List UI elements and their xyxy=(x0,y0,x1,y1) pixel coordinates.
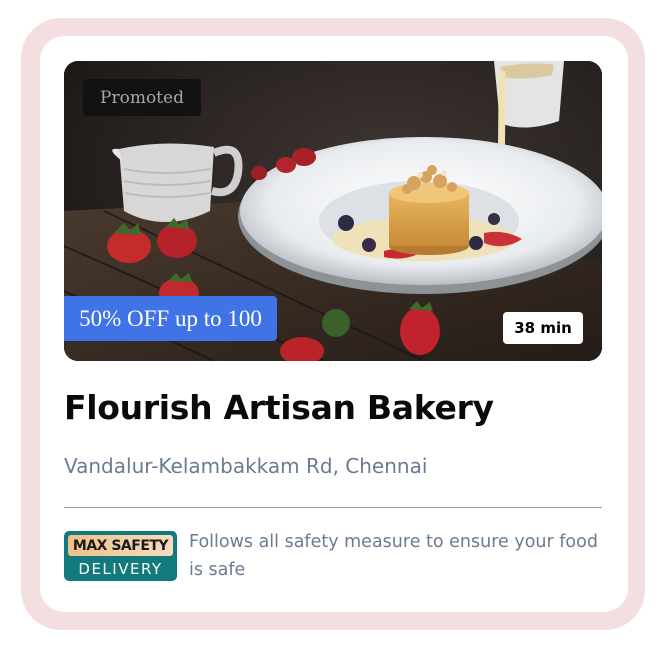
restaurant-photo[interactable]: Promoted 50% OFF up to 100 38 min xyxy=(64,61,602,361)
restaurant-address: Vandalur-Kelambakkam Rd, Chennai xyxy=(64,454,428,478)
restaurant-name[interactable]: Flourish Artisan Bakery xyxy=(64,388,494,427)
delivery-time-badge: 38 min xyxy=(503,312,583,344)
divider xyxy=(64,507,602,508)
offer-badge: 50% OFF up to 100 xyxy=(64,296,277,341)
badge-top-label: MAX SAFETY xyxy=(68,535,173,556)
restaurant-card[interactable]: Promoted 50% OFF up to 100 38 min Flouri… xyxy=(40,36,628,612)
promoted-tag: Promoted xyxy=(83,79,201,116)
max-safety-delivery-icon: MAX SAFETY DELIVERY xyxy=(64,531,177,581)
safety-description: Follows all safety measure to ensure you… xyxy=(189,532,598,580)
badge-bottom-label: DELIVERY xyxy=(78,560,163,578)
